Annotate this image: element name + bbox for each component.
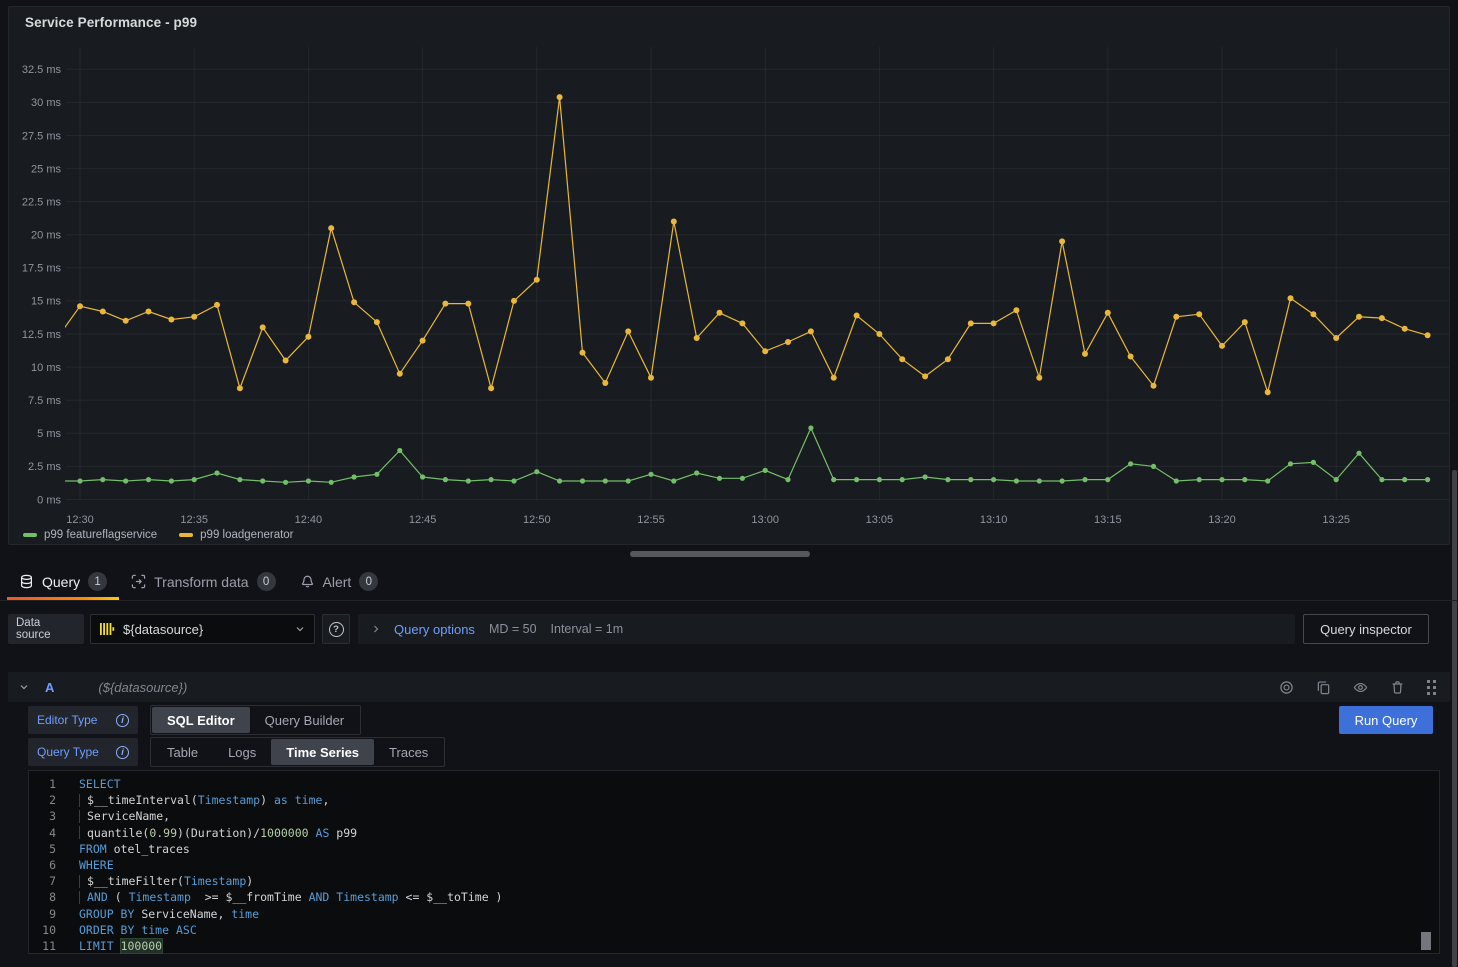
disable-query-icon[interactable] [1279, 680, 1294, 695]
duplicate-query-icon[interactable] [1316, 680, 1331, 695]
svg-text:12:35: 12:35 [180, 514, 208, 526]
query-editor-tabbar: Query 1 Transform data 0 Alert 0 [0, 563, 1458, 601]
query-type-option-traces[interactable]: Traces [374, 739, 443, 765]
query-type-field: Query Type i [28, 738, 138, 766]
chart-legend: p99 featureflagservice p99 loadgenerator [23, 526, 294, 544]
query-type-radio-group: Table Logs Time Series Traces [150, 737, 445, 767]
legend-item-featureflagservice[interactable]: p99 featureflagservice [23, 529, 157, 541]
timeseries-panel: Service Performance - p99 0 ms 2.5 ms 5 ms… [8, 6, 1450, 545]
transform-icon [131, 574, 146, 589]
max-datapoints-value: MD = 50 [489, 622, 537, 636]
timeseries-canvas[interactable]: 0 ms 2.5 ms 5 ms 7.5 ms 10 ms 12.5 ms 15 ms 17.… [9, 37, 1451, 529]
svg-text:13:10: 13:10 [980, 514, 1008, 526]
legend-label: p99 featureflagservice [44, 529, 157, 541]
svg-text:20 ms: 20 ms [31, 230, 61, 242]
editor-type-label: Editor Type [37, 713, 97, 727]
query-options-label: Query options [394, 622, 475, 637]
collapse-chevron-icon[interactable] [18, 681, 30, 693]
tab-label: Alert [323, 574, 352, 590]
query-options-bar: Query options MD = 50 Interval = 1m [358, 614, 1295, 644]
datasource-label: Data source [8, 614, 84, 644]
svg-text:12:40: 12:40 [295, 514, 323, 526]
hide-response-eye-icon[interactable] [1353, 680, 1368, 695]
datasource-help-button[interactable]: ? [322, 614, 350, 644]
legend-swatch-yellow [179, 533, 193, 537]
run-query-button[interactable]: Run Query [1339, 706, 1433, 734]
panel-title[interactable]: Service Performance - p99 [25, 15, 197, 30]
help-icon: ? [329, 622, 344, 637]
query-options-toggle[interactable]: Query options [370, 622, 475, 637]
tab-alert[interactable]: Alert 0 [288, 563, 391, 600]
query-ref-id[interactable]: A [45, 680, 54, 695]
svg-text:0 ms: 0 ms [37, 494, 61, 506]
svg-text:13:00: 13:00 [751, 514, 779, 526]
svg-text:30 ms: 30 ms [31, 97, 61, 109]
svg-text:12:55: 12:55 [637, 514, 665, 526]
chevron-down-icon [294, 623, 306, 635]
svg-text:15 ms: 15 ms [31, 296, 61, 308]
database-icon [19, 574, 34, 589]
query-row-actions [1279, 680, 1436, 695]
tab-label: Query [42, 574, 80, 590]
info-icon[interactable]: i [116, 714, 129, 727]
editor-scrollbar-thumb[interactable] [1421, 932, 1431, 950]
svg-text:32.5 ms: 32.5 ms [22, 64, 62, 76]
svg-text:13:20: 13:20 [1208, 514, 1236, 526]
chevron-right-icon [370, 623, 382, 635]
svg-text:22.5 ms: 22.5 ms [22, 196, 62, 208]
svg-text:12.5 ms: 12.5 ms [22, 329, 62, 341]
tab-transform-data[interactable]: Transform data 0 [119, 563, 287, 600]
tab-query[interactable]: Query 1 [7, 563, 119, 600]
query-count-badge: 1 [88, 572, 107, 591]
sql-code-editor[interactable]: 1SELECT2$__timeInterval(Timestamp) as ti… [28, 770, 1440, 954]
svg-text:13:25: 13:25 [1322, 514, 1350, 526]
legend-label: p99 loadgenerator [200, 529, 293, 541]
bell-icon [300, 574, 315, 589]
sql-code-lines: 1SELECT2$__timeInterval(Timestamp) as ti… [29, 776, 1439, 954]
legend-swatch-green [23, 533, 37, 537]
query-row-header[interactable]: A (${datasource}) [8, 672, 1450, 702]
tab-label: Transform data [154, 574, 248, 590]
clickhouse-datasource-icon [99, 621, 115, 637]
svg-text:5 ms: 5 ms [37, 428, 61, 440]
svg-text:12:50: 12:50 [523, 514, 551, 526]
svg-text:10 ms: 10 ms [31, 362, 61, 374]
remove-query-trash-icon[interactable] [1390, 680, 1405, 695]
svg-text:13:15: 13:15 [1094, 514, 1122, 526]
svg-text:12:45: 12:45 [409, 514, 437, 526]
svg-text:17.5 ms: 17.5 ms [22, 263, 62, 275]
query-datasource-hint: (${datasource}) [98, 680, 187, 695]
editor-type-radio-group: SQL Editor Query Builder [150, 705, 361, 735]
query-inspector-button[interactable]: Query inspector [1303, 614, 1429, 644]
alert-count-badge: 0 [359, 572, 378, 591]
query-type-label: Query Type [37, 745, 99, 759]
svg-text:25 ms: 25 ms [31, 163, 61, 175]
drag-handle-icon[interactable] [1427, 680, 1436, 695]
query-type-option-table[interactable]: Table [152, 739, 213, 765]
transform-count-badge: 0 [257, 572, 276, 591]
horizontal-scrollbar-thumb[interactable] [630, 551, 810, 557]
vertical-scrollbar-thumb[interactable] [1452, 470, 1457, 967]
datasource-picker[interactable]: ${datasource} [90, 614, 315, 644]
query-type-option-time-series[interactable]: Time Series [271, 739, 374, 765]
interval-value: Interval = 1m [551, 622, 624, 636]
svg-text:2.5 ms: 2.5 ms [28, 461, 62, 473]
editor-type-option-query-builder[interactable]: Query Builder [250, 707, 359, 733]
legend-item-loadgenerator[interactable]: p99 loadgenerator [179, 529, 293, 541]
svg-text:7.5 ms: 7.5 ms [28, 395, 62, 407]
svg-text:12:30: 12:30 [66, 514, 94, 526]
info-icon[interactable]: i [116, 746, 129, 759]
svg-text:27.5 ms: 27.5 ms [22, 130, 62, 142]
query-type-option-logs[interactable]: Logs [213, 739, 271, 765]
svg-text:13:05: 13:05 [866, 514, 894, 526]
editor-type-field: Editor Type i [28, 706, 138, 734]
datasource-value: ${datasource} [123, 622, 203, 637]
editor-type-option-sql-editor[interactable]: SQL Editor [152, 707, 250, 733]
